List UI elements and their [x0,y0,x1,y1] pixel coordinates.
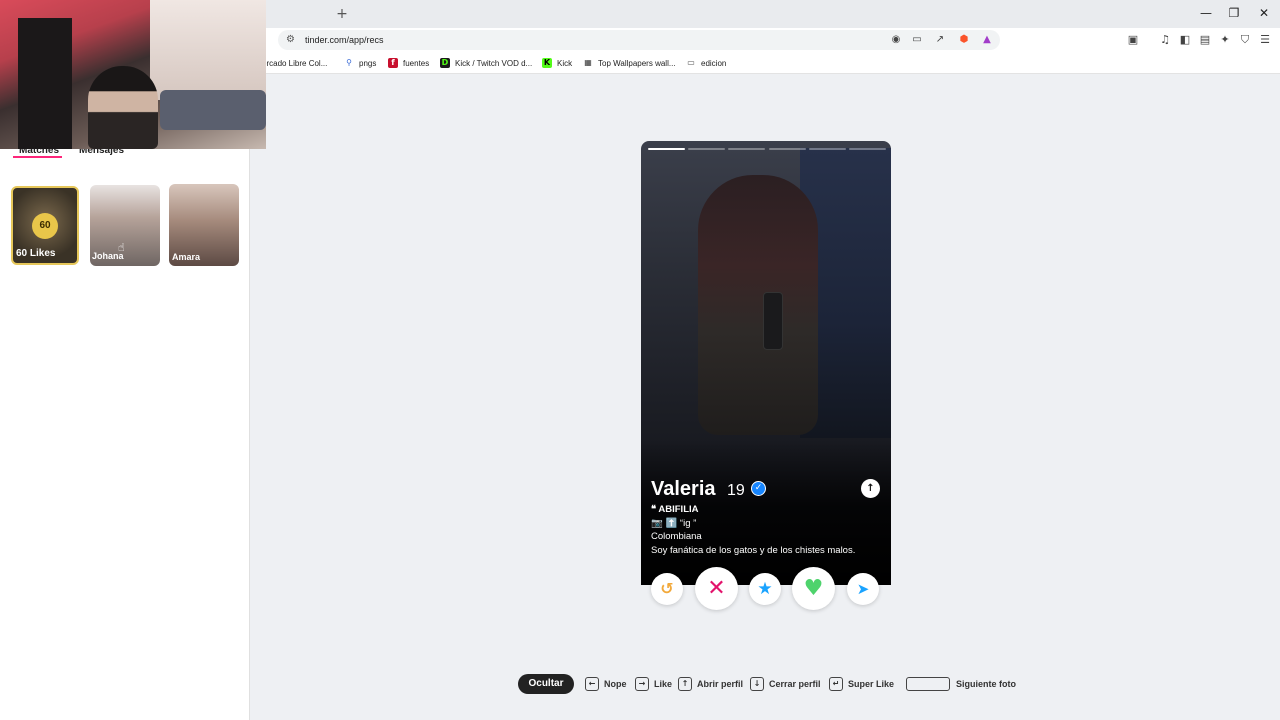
shortcut-label: Nope [604,679,627,689]
shortcut-open-profile: ↑ Abrir perfil [678,676,743,692]
shortcut-label: Super Like [848,679,895,689]
bookmark-label: edicion [701,58,727,68]
brave-shields-icon[interactable]: ⬢ [957,33,971,47]
bookmark-label: Top Wallpapers wall... [598,58,676,68]
sidebar-toggle-icon[interactable]: ◧ [1178,33,1192,47]
bookmark-item[interactable]: f fuentes [388,56,429,70]
pointer-cursor-icon: ☝ [118,241,125,254]
super-like-button[interactable]: ★ [749,573,781,605]
brave-rewards-icon[interactable]: ▲ [980,33,994,47]
likes-count-badge: 60 [32,213,58,239]
likes-label: 60 Likes [16,248,56,259]
bio-line: ❝ ABIFILIA [651,504,699,515]
photo-progress-segment[interactable] [848,148,886,150]
media-icon[interactable]: ♫ [1158,33,1172,47]
wallpaper-icon: ▦ [584,58,592,67]
shortcut-close-profile: ↓ Cerrar perfil [750,676,821,692]
cast-icon[interactable]: ▭ [910,33,924,47]
bookmark-folder[interactable]: ▭ edicion [686,56,726,70]
bookmark-label: pngs [359,58,377,68]
profile-name: Valeria [651,478,716,500]
shortcut-label: Like [654,679,673,689]
photo-progress-segment[interactable] [768,148,806,150]
shortcut-nope: ← Nope [585,676,627,692]
photo-phone [763,292,783,350]
open-profile-icon[interactable]: ↑ [861,479,880,498]
bookmark-item[interactable]: D Kick / Twitch VOD d... [440,56,532,70]
pin-icon: ⚲ [346,58,352,67]
site-info-icon[interactable]: ⚙ [286,34,298,46]
bookmark-item[interactable]: ⚲ pngs [344,56,376,70]
shortcut-like: → Like [635,676,672,692]
hide-shortcuts-button[interactable]: Ocultar [518,674,574,694]
new-tab-button[interactable]: + [334,6,350,22]
bookmark-label: Kick [557,58,573,68]
webcam-streamer [88,66,158,149]
profile-age: 19 [727,482,745,499]
verified-badge-icon: ✓ [751,481,766,496]
nope-button[interactable]: ✕ [695,567,738,610]
bio-line: Colombiana [651,531,702,542]
bookmark-label: fuentes [403,58,430,68]
boost-button[interactable]: ➤ [847,573,879,605]
folder-icon: ▭ [687,58,695,67]
right-arrow-key-icon: → [635,677,649,691]
font-icon: f [388,58,398,68]
like-button[interactable]: ♥ [792,567,835,610]
leo-ai-icon[interactable]: ✦ [1218,33,1232,47]
tab-search-icon[interactable]: ▣ [1126,33,1140,47]
match-name: Amara [172,252,201,262]
shortcut-label: Siguiente foto [956,679,1016,689]
bookmark-item[interactable]: ▦ Top Wallpapers wall... [583,56,676,70]
photo-progress-segment[interactable] [688,148,726,150]
enter-key-icon: ↵ [829,677,843,691]
menu-icon[interactable]: ☰ [1258,33,1272,47]
rewind-button[interactable]: ↺ [651,573,683,605]
webcam-cabinet [18,18,72,149]
kick-icon: K [542,58,552,68]
bookmark-item[interactable]: K Kick [542,56,572,70]
bookmark-label: ercado Libre Col... [262,58,328,68]
bio-line: 📷 ⬆️ “ig ” [651,518,697,529]
shortcut-super-like: ↵ Super Like [829,676,894,692]
url-text[interactable]: tinder.com/app/recs [305,34,384,46]
webcam-overlay [0,0,266,149]
restore-button[interactable]: ❐ [1224,5,1244,21]
share-icon[interactable]: ↗ [933,33,947,47]
kick-dl-icon: D [440,58,450,68]
shortcut-next-photo: Siguiente foto [956,676,1016,692]
close-window-button[interactable]: ✕ [1254,5,1274,21]
minimize-button[interactable]: — [1196,5,1216,21]
shortcut-label: Abrir perfil [697,679,744,689]
left-arrow-key-icon: ← [585,677,599,691]
webcam-bed [160,90,266,130]
photo-progress-segment[interactable] [728,148,766,150]
bookmark-item[interactable]: ercado Libre Col... [262,56,327,70]
photo-progress-segment[interactable] [648,148,686,150]
down-arrow-key-icon: ↓ [750,677,764,691]
space-key-icon [906,677,950,691]
vpn-icon[interactable]: ⛉ [1238,33,1252,47]
up-arrow-key-icon: ↑ [678,677,692,691]
active-tab-indicator [13,156,62,158]
wallet-icon[interactable]: ▤ [1198,33,1212,47]
location-icon[interactable]: ◉ [889,33,903,47]
webcam-background [150,0,266,100]
shortcut-label: Cerrar perfil [769,679,821,689]
bookmark-label: Kick / Twitch VOD d... [455,58,533,68]
bio-line: Soy fanática de los gatos y de los chist… [651,545,856,556]
photo-progress-segment[interactable] [808,148,846,150]
profile-photo-subject [698,175,818,435]
